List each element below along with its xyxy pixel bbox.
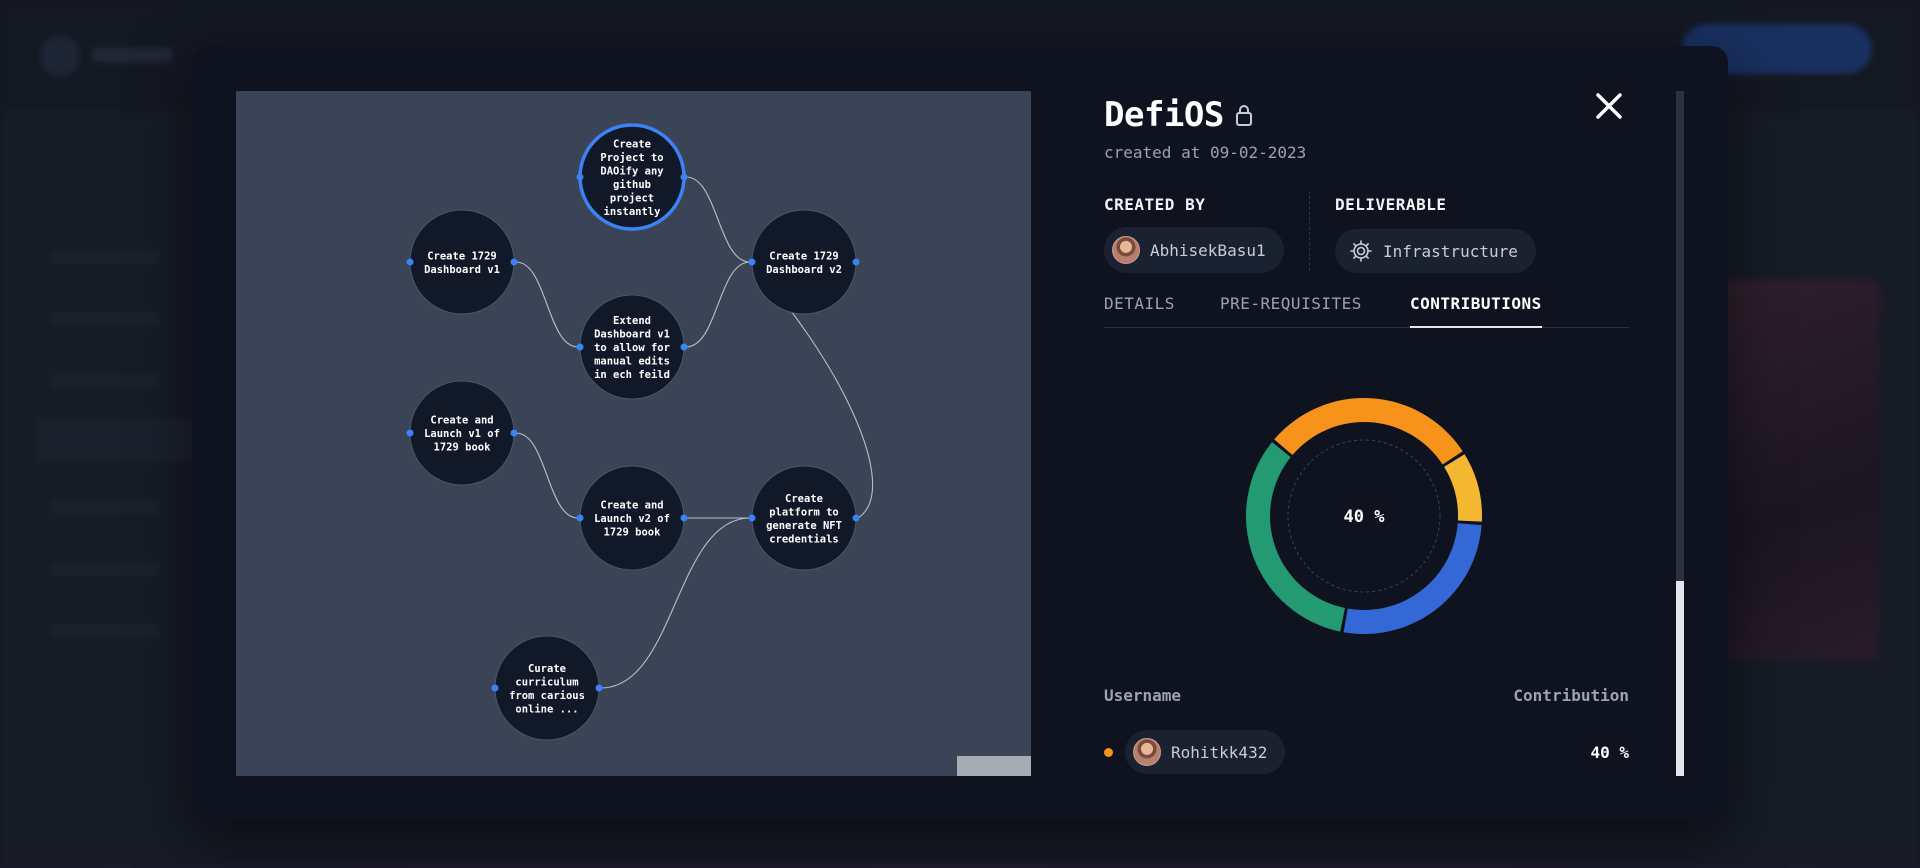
graph-node-handle[interactable] <box>748 258 756 266</box>
donut-center-label: 40 % <box>1344 507 1386 527</box>
table-row: Rohitkk432 40 % <box>1104 730 1629 774</box>
avatar <box>1112 236 1140 264</box>
graph-node-label: Create <box>785 493 823 505</box>
scrollbar-thumb[interactable] <box>1676 581 1684 776</box>
graph-edge <box>685 176 751 263</box>
graph-node[interactable]: Createplatform to generate NFTcredentials <box>748 465 860 571</box>
creator-name: AbhisekBasu1 <box>1150 240 1266 260</box>
graph-node-handle[interactable] <box>576 173 584 181</box>
graph-node-label: from carious <box>509 690 585 702</box>
graph-node-label: in ech feild <box>594 369 670 381</box>
graph-node-label: Curate <box>528 663 566 675</box>
deliverable-name: Infrastructure <box>1383 241 1518 261</box>
graph-node-label: Dashboard v1 <box>424 264 500 276</box>
contributor-name: Rohitkk432 <box>1171 742 1268 762</box>
graph-node-label: github <box>613 179 651 191</box>
created-at: created at 09-02-2023 <box>1104 143 1307 162</box>
graph-node-label: manual edits <box>594 356 670 368</box>
graph-edge <box>685 261 751 348</box>
legend-dot <box>1104 747 1113 757</box>
graph-node[interactable]: Extend Dashboard v1to allow for manual edi… <box>576 294 688 400</box>
graph-node-handle[interactable] <box>680 514 688 522</box>
graph-node-label: Create and <box>600 500 663 512</box>
close-icon[interactable] <box>1594 91 1624 121</box>
contribution-header: Contribution <box>1513 686 1629 705</box>
graph-node-label: generate NFT <box>766 520 842 532</box>
graph-node-handle[interactable] <box>406 429 414 437</box>
graph-node-label: to allow for <box>594 342 670 354</box>
contribution-value: 40 % <box>1590 742 1629 762</box>
graph-node-label: Create <box>613 138 651 150</box>
graph-node-label: instantly <box>604 206 662 218</box>
graph-node-label: curriculum <box>515 676 578 688</box>
graph-node-label: project <box>610 192 654 204</box>
tab-pre-requisites[interactable]: PRE-REQUISITES <box>1220 294 1362 328</box>
graph-node-label: Dashboard v1 <box>594 329 670 341</box>
project-title: DefiOS <box>1104 95 1224 135</box>
graph-node[interactable]: Create andLaunch v1 of 1729 book <box>406 380 518 486</box>
project-modal: Create Project to DAOify any github project i… <box>192 46 1728 820</box>
avatar <box>1133 738 1161 766</box>
graph-minimap[interactable] <box>957 756 1031 776</box>
graph-node[interactable]: Create Project toDAOify any githubproject i… <box>576 123 688 231</box>
contributions-table-header: Username Contribution <box>1104 686 1629 705</box>
graph-node-label: online ... <box>515 703 578 715</box>
graph-node-label: platform to <box>769 506 839 518</box>
graph-node[interactable]: Create 1729 Dashboard v2 <box>748 209 860 315</box>
donut-segment <box>1343 523 1482 634</box>
graph-node-handle[interactable] <box>680 173 688 181</box>
graph-node[interactable]: Create 1729 Dashboard v1 <box>406 209 518 315</box>
username-header: Username <box>1104 686 1182 705</box>
tab-contributions[interactable]: CONTRIBUTIONS <box>1410 294 1542 328</box>
tab-details[interactable]: DETAILS <box>1104 294 1175 328</box>
graph-node-label: Create 1729 <box>427 250 497 262</box>
deliverable-label: DELIVERABLE <box>1335 195 1447 214</box>
gear-icon <box>1350 240 1372 262</box>
graph-node-handle[interactable] <box>748 514 756 522</box>
donut-segment <box>1444 454 1482 522</box>
graph-node-label: DAOify any <box>600 165 664 177</box>
graph-node-handle[interactable] <box>510 258 518 266</box>
contribution-donut-chart: 40 % <box>1246 398 1482 634</box>
graph-node-handle[interactable] <box>852 258 860 266</box>
tab-bar: DETAILS PRE-REQUISITES CONTRIBUTIONS <box>1104 294 1629 328</box>
graph-node-label: Extend <box>613 315 651 327</box>
graph-node-label: Dashboard v2 <box>766 264 842 276</box>
graph-node-label: credentials <box>769 533 839 545</box>
graph-node-handle[interactable] <box>406 258 414 266</box>
graph-edge <box>515 432 579 519</box>
graph-node-label: Launch v2 of <box>594 513 670 525</box>
graph-node-handle[interactable] <box>680 343 688 351</box>
donut-segment <box>1274 398 1463 465</box>
graph-node-label: 1729 book <box>434 442 492 454</box>
graph-node-handle[interactable] <box>491 684 499 692</box>
graph-node-handle[interactable] <box>852 514 860 522</box>
graph-node-handle[interactable] <box>576 514 584 522</box>
graph-node-handle[interactable] <box>576 343 584 351</box>
graph-node-label: Create and <box>430 415 493 427</box>
user-chip[interactable]: Rohitkk432 <box>1125 730 1286 774</box>
graph-node-label: 1729 book <box>604 527 662 539</box>
panel-scrollbar[interactable] <box>1676 91 1684 776</box>
graph-node-label: Create 1729 <box>769 250 839 262</box>
creator-chip[interactable]: AbhisekBasu1 <box>1104 227 1284 273</box>
roadmap-graph[interactable]: Create Project to DAOify any github project i… <box>236 91 1031 776</box>
deliverable-chip: Infrastructure <box>1335 229 1536 273</box>
meta-divider <box>1309 191 1310 271</box>
graph-node[interactable]: Curatecurriculum from cariousonline ... <box>491 635 603 741</box>
lock-icon <box>1235 105 1252 126</box>
graph-node[interactable]: Create andLaunch v2 of 1729 book <box>576 465 688 571</box>
roadmap-graph-canvas[interactable]: Create Project toDAOify any githubproject i… <box>236 91 1031 776</box>
graph-edge <box>515 261 579 348</box>
details-panel: DefiOS created at 09-02-2023 CREATED BY … <box>1104 91 1684 776</box>
created-by-label: CREATED BY <box>1104 195 1206 214</box>
graph-node-handle[interactable] <box>510 429 518 437</box>
graph-node-label: Launch v1 of <box>424 428 500 440</box>
graph-node-handle[interactable] <box>595 684 603 692</box>
donut-segment <box>1246 442 1346 632</box>
graph-node-label: Project to <box>600 152 663 164</box>
